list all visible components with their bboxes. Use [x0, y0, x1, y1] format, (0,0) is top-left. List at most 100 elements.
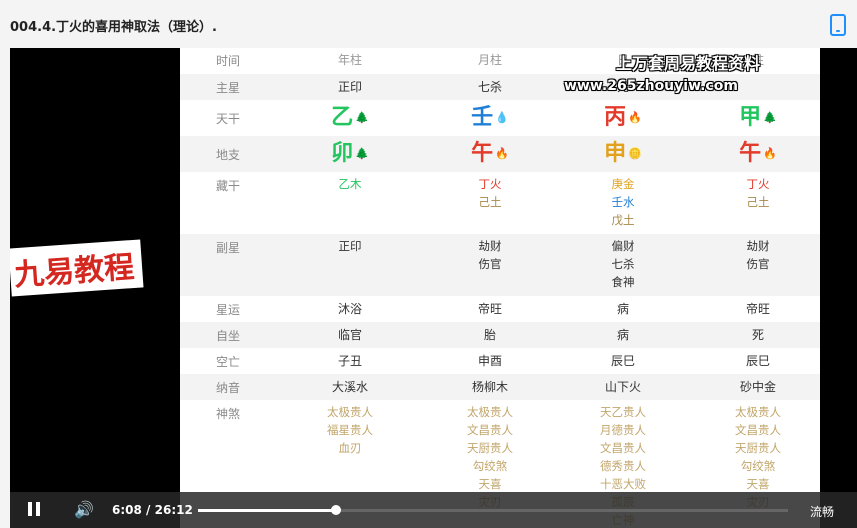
dizhi-pillar-cell: 午 🔥	[415, 141, 565, 167]
element-icon: 🔥	[628, 111, 642, 124]
shensha-item: 太极贵人	[735, 405, 781, 419]
shensha-item: 勾绞煞	[472, 459, 508, 473]
shensha-item: 文昌贵人	[735, 423, 781, 437]
shensha-item: 文昌贵人	[467, 423, 513, 437]
fuxing-item: 劫财	[746, 239, 770, 253]
xingyun-cell: 帝旺	[477, 302, 502, 316]
zizuo-cell: 死	[751, 328, 764, 342]
kongwang-cell: 辰巳	[745, 354, 770, 368]
element-icon: 🌲	[763, 111, 777, 124]
row-label: 天干	[216, 112, 241, 126]
quality-button[interactable]: 流畅	[810, 503, 834, 520]
player-controls: 🔊 6:08 / 26:12 流畅	[10, 492, 857, 528]
progress-fill	[198, 509, 337, 512]
kongwang-cell: 辰巳	[610, 354, 635, 368]
kongwang-cell: 子丑	[337, 354, 362, 368]
nayin-cell: 大溪水	[331, 380, 368, 394]
row-label: 神煞	[216, 407, 241, 421]
element-icon: 💧	[495, 111, 509, 124]
nayin-cell: 杨柳木	[471, 380, 508, 394]
col-header: 年柱	[337, 53, 362, 67]
zizuo-cell: 临官	[337, 328, 362, 342]
element-icon: 🪙	[628, 147, 642, 160]
shensha-item: 太极贵人	[327, 405, 373, 419]
canggan-item: 乙木	[338, 177, 362, 191]
row-kongwang: 空亡 子丑 申酉 辰巳 辰巳	[180, 348, 820, 374]
tiangan-pillar-cell: 乙 🌲	[275, 105, 425, 131]
shensha-item: 月德贵人	[600, 423, 646, 437]
dizhi-char: 申	[604, 141, 627, 166]
zizuo-cell: 胎	[483, 328, 496, 342]
canggan-item: 丁火	[478, 177, 502, 191]
canggan-cell: 丁火 己土	[683, 175, 820, 211]
row-canggan: 藏干 乙木 丁火 己土 庚金 壬水 戊土 丁火 己土	[180, 172, 820, 234]
shensha-item: 文昌贵人	[600, 441, 646, 455]
dizhi-pillar-cell: 午 🔥	[683, 141, 820, 167]
tiangan-pillar-cell: 丙 🔥	[548, 105, 698, 131]
slide-content: 时间 年柱 月柱 日 柱 主星 正印 七杀 元 天干 乙 🌲 壬 💧 丙 🔥 甲 🌲 地支 卯…	[180, 48, 820, 528]
row-label: 藏干	[216, 179, 241, 193]
tiangan-pillar-cell: 壬 💧	[415, 105, 565, 131]
dizhi-pillar-cell: 申 🪙	[548, 141, 698, 167]
shensha-item: 勾绞煞	[740, 459, 776, 473]
volume-icon[interactable]: 🔊	[74, 500, 94, 519]
dizhi-char: 午	[739, 141, 762, 166]
fuxing-cell: 偏财 七杀 食神	[548, 237, 698, 291]
row-label: 地支	[216, 148, 241, 162]
fuxing-item: 偏财	[611, 239, 635, 253]
xingyun-cell: 病	[616, 302, 629, 316]
row-dizhi: 地支 卯 🌲 午 🔥 申 🪙 午 🔥	[180, 136, 820, 172]
time-separator: /	[146, 503, 151, 517]
fuxing-item: 食神	[611, 275, 635, 289]
pause-button[interactable]	[28, 502, 42, 516]
shensha-item: 十恶大败	[600, 477, 646, 491]
fuxing-item: 伤官	[478, 257, 502, 271]
progress-knob[interactable]	[331, 505, 342, 515]
canggan-item: 己土	[746, 195, 770, 209]
element-icon: 🔥	[495, 147, 509, 160]
nayin-cell: 砂中金	[739, 380, 776, 394]
dizhi-char: 午	[471, 141, 494, 166]
canggan-cell: 乙木	[275, 175, 425, 193]
row-label: 星运	[216, 303, 241, 317]
row-label: 时间	[216, 54, 241, 68]
canggan-cell: 庚金 壬水 戊土	[548, 175, 698, 229]
element-icon: 🔥	[763, 147, 777, 160]
fuxing-item: 七杀	[611, 257, 635, 271]
mobile-phone-icon[interactable]	[830, 14, 846, 36]
row-zizuo: 自坐 临官 胎 病 死	[180, 322, 820, 348]
shensha-item: 福星贵人	[327, 423, 373, 437]
row-xingyun: 星运 沐浴 帝旺 病 帝旺	[180, 296, 820, 322]
time-total: 26:12	[154, 503, 193, 517]
row-label: 纳音	[216, 381, 241, 395]
top-bar: 004.4.丁火的喜用神取法（理论）.	[0, 0, 857, 48]
tiangan-char: 乙	[331, 105, 354, 130]
video-player[interactable]: 时间 年柱 月柱 日 柱 主星 正印 七杀 元 天干 乙 🌲 壬 💧 丙 🔥 甲 🌲 地支 卯…	[10, 48, 857, 528]
canggan-item: 丁火	[746, 177, 770, 191]
shensha-item: 天厨贵人	[735, 441, 781, 455]
fuxing-cell: 正印	[275, 237, 425, 255]
shensha-item: 德秀贵人	[600, 459, 646, 473]
time-display: 6:08 / 26:12	[112, 503, 193, 517]
fuxing-item: 伤官	[746, 257, 770, 271]
canggan-item: 庚金	[611, 177, 635, 191]
shensha-item: 太极贵人	[467, 405, 513, 419]
row-label: 副星	[216, 241, 241, 255]
video-title: 004.4.丁火的喜用神取法（理论）.	[10, 20, 217, 35]
watermark-line1: 上万套周易教程资料	[616, 54, 761, 73]
progress-bar[interactable]	[198, 505, 788, 515]
shensha-item: 天厨贵人	[467, 441, 513, 455]
fuxing-cell: 劫财 伤官	[683, 237, 820, 273]
fuxing-item: 劫财	[478, 239, 502, 253]
canggan-item: 戊土	[611, 213, 635, 227]
time-current: 6:08	[112, 503, 142, 517]
tiangan-char: 甲	[739, 105, 762, 130]
row-tiangan: 天干 乙 🌲 壬 💧 丙 🔥 甲 🌲	[180, 100, 820, 136]
nayin-cell: 山下火	[604, 380, 641, 394]
row-label: 主星	[216, 81, 241, 95]
watermark-overlay: 上万套周易教程资料 www.265zhouyiw.com	[438, 50, 828, 94]
shensha-item: 天乙贵人	[600, 405, 646, 419]
row-nayin: 纳音 大溪水 杨柳木 山下火 砂中金	[180, 374, 820, 400]
tiangan-char: 壬	[471, 105, 494, 130]
shensha-item: 天喜	[746, 477, 770, 491]
